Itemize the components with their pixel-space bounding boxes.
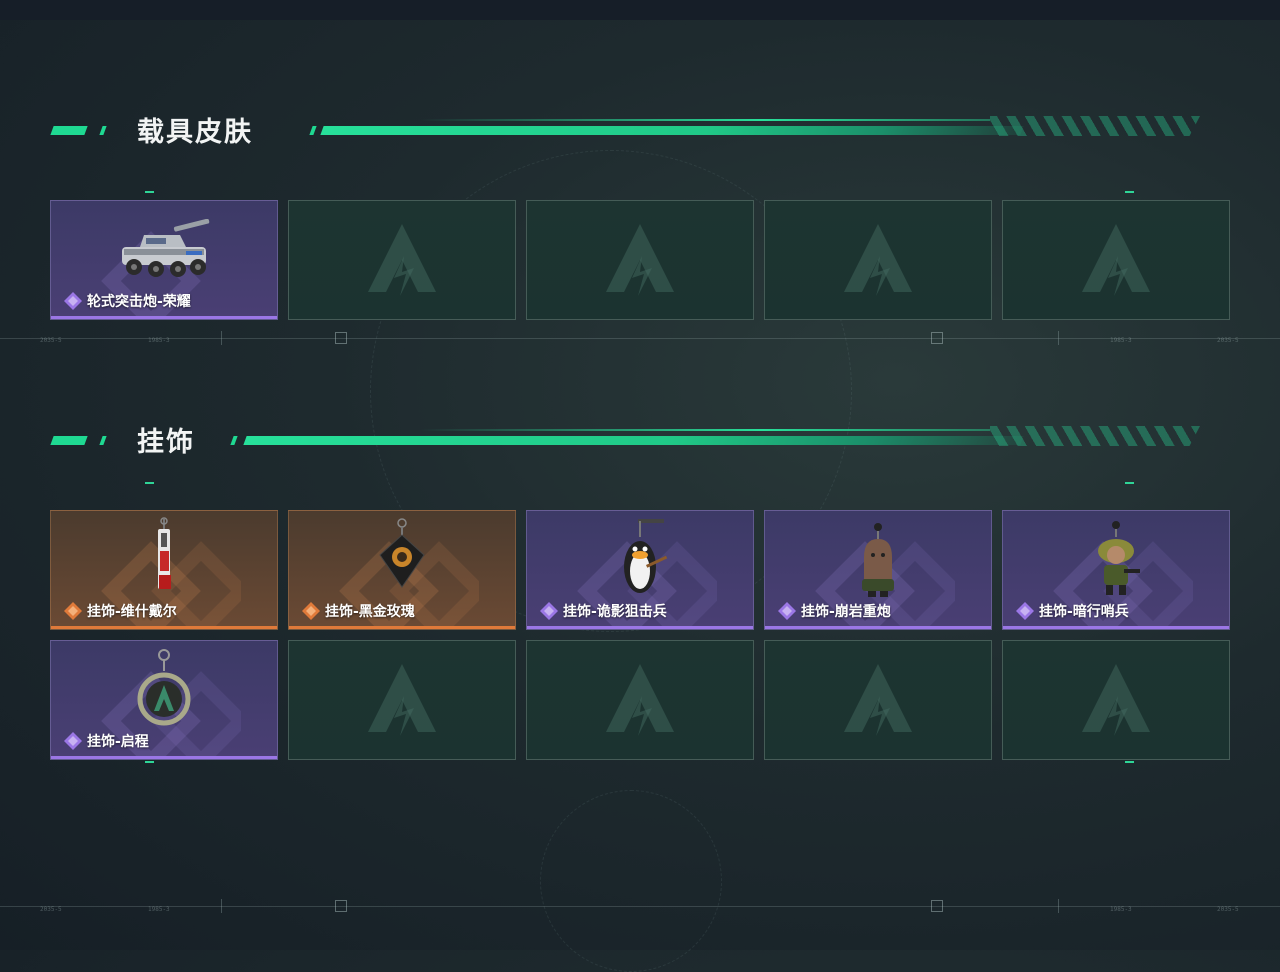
item-label: 挂饰-崩岩重炮 xyxy=(777,601,891,621)
green-tick-decoration xyxy=(1125,482,1134,484)
green-tick-decoration xyxy=(145,761,154,763)
item-label: 挂饰-维什戴尔 xyxy=(63,601,177,621)
rarity-bar xyxy=(51,316,277,319)
game-logo-watermark-icon xyxy=(844,664,912,736)
rarity-diamond-icon xyxy=(64,732,82,750)
corner-square-decoration xyxy=(335,900,347,912)
green-tick-decoration xyxy=(1125,761,1134,763)
item-card-charm[interactable]: 挂饰-暗行哨兵 xyxy=(1002,510,1230,630)
empty-slot[interactable] xyxy=(288,640,516,760)
deco-code: 1985-3 xyxy=(148,337,170,344)
rarity-diamond-icon xyxy=(64,602,82,620)
deco-code: 2035-5 xyxy=(1217,337,1239,344)
game-logo-watermark-icon xyxy=(1082,224,1150,296)
rarity-diamond-icon xyxy=(1016,602,1034,620)
rarity-diamond-icon xyxy=(64,292,82,310)
corner-square-decoration xyxy=(335,332,347,344)
item-label: 挂饰-暗行哨兵 xyxy=(1015,601,1129,621)
item-name: 挂饰-维什戴尔 xyxy=(87,604,177,620)
rarity-bar xyxy=(527,626,753,629)
item-name: 挂饰-启程 xyxy=(87,734,149,750)
deco-code: 1985-3 xyxy=(1110,337,1132,344)
divider-tick xyxy=(1058,331,1059,345)
corner-square-decoration xyxy=(931,332,943,344)
game-logo-watermark-icon xyxy=(368,224,436,296)
rarity-bar xyxy=(765,626,991,629)
item-card-charm[interactable]: 挂饰-诡影狙击兵 xyxy=(526,510,754,630)
empty-slot[interactable] xyxy=(1002,200,1230,320)
green-tick-decoration xyxy=(145,191,154,193)
item-card-charm[interactable]: 挂饰-黑金玫瑰 xyxy=(288,510,516,630)
divider-tick xyxy=(1058,899,1059,913)
game-logo-watermark-icon xyxy=(606,664,674,736)
rarity-diamond-icon xyxy=(302,602,320,620)
header-accent-pill-small xyxy=(99,436,107,445)
item-card-vehicle-skin[interactable]: 轮式突击炮-荣耀 xyxy=(50,200,278,320)
penguin-charm-icon xyxy=(624,519,668,593)
rarity-bar xyxy=(289,626,515,629)
rarity-bar xyxy=(1003,626,1229,629)
deco-code: 1985-3 xyxy=(148,906,170,913)
divider-line xyxy=(0,338,1280,339)
divider-line xyxy=(0,906,1280,907)
header-accent-pill-small xyxy=(230,436,238,445)
section-title: 挂饰 xyxy=(137,427,195,458)
rarity-bar xyxy=(51,626,277,629)
empty-slot[interactable] xyxy=(288,200,516,320)
rock-cannon-charm-icon xyxy=(862,523,894,597)
header-checker-pattern xyxy=(990,426,1200,446)
header-accent-pill-small xyxy=(99,126,107,135)
item-card-charm[interactable]: 挂饰-启程 xyxy=(50,640,278,760)
header-thin-line xyxy=(420,429,990,431)
empty-slot[interactable] xyxy=(764,200,992,320)
empty-slot[interactable] xyxy=(1002,640,1230,760)
item-name: 轮式突击炮-荣耀 xyxy=(87,294,191,310)
empty-slot[interactable] xyxy=(764,640,992,760)
deco-code: 2035-5 xyxy=(40,906,62,913)
rarity-diamond-icon xyxy=(778,602,796,620)
ring-charm-icon xyxy=(137,649,191,726)
corner-square-decoration xyxy=(931,900,943,912)
header-progress-bar xyxy=(243,436,1024,445)
rarity-bar xyxy=(51,756,277,759)
item-label: 挂饰-诡影狙击兵 xyxy=(539,601,667,621)
tank-icon xyxy=(122,219,210,277)
item-name: 挂饰-黑金玫瑰 xyxy=(325,604,415,620)
item-card-charm[interactable]: 挂饰-崩岩重炮 xyxy=(764,510,992,630)
item-name: 挂饰-崩岩重炮 xyxy=(801,604,891,620)
item-label: 挂饰-黑金玫瑰 xyxy=(301,601,415,621)
empty-slot[interactable] xyxy=(526,200,754,320)
header-accent-pill xyxy=(50,436,88,445)
green-tick-decoration xyxy=(145,482,154,484)
header-checker-pattern xyxy=(990,116,1200,136)
section-title: 载具皮肤 xyxy=(137,117,253,148)
header-accent-pill xyxy=(50,126,88,135)
tall-charm-icon xyxy=(158,517,171,589)
item-label: 轮式突击炮-荣耀 xyxy=(63,291,191,311)
divider-tick xyxy=(221,899,222,913)
header-progress-bar xyxy=(320,126,1024,135)
top-bar xyxy=(0,0,1280,20)
game-logo-watermark-icon xyxy=(368,664,436,736)
header-accent-pill-small xyxy=(309,126,317,135)
game-logo-watermark-icon xyxy=(606,224,674,296)
divider-tick xyxy=(221,331,222,345)
item-name: 挂饰-暗行哨兵 xyxy=(1039,604,1129,620)
item-label: 挂饰-启程 xyxy=(63,731,149,751)
empty-slot[interactable] xyxy=(526,640,754,760)
game-logo-watermark-icon xyxy=(1082,664,1150,736)
header-thin-line xyxy=(420,119,990,121)
item-card-charm[interactable]: 挂饰-维什戴尔 xyxy=(50,510,278,630)
game-logo-watermark-icon xyxy=(844,224,912,296)
deco-code: 1985-3 xyxy=(1110,906,1132,913)
green-tick-decoration xyxy=(1125,191,1134,193)
rose-charm-icon xyxy=(379,518,425,588)
sentinel-charm-icon xyxy=(1098,521,1140,595)
background-circle-decoration xyxy=(540,790,722,972)
item-name: 挂饰-诡影狙击兵 xyxy=(563,604,667,620)
deco-code: 2035-5 xyxy=(1217,906,1239,913)
rarity-diamond-icon xyxy=(540,602,558,620)
deco-code: 2035-5 xyxy=(40,337,62,344)
